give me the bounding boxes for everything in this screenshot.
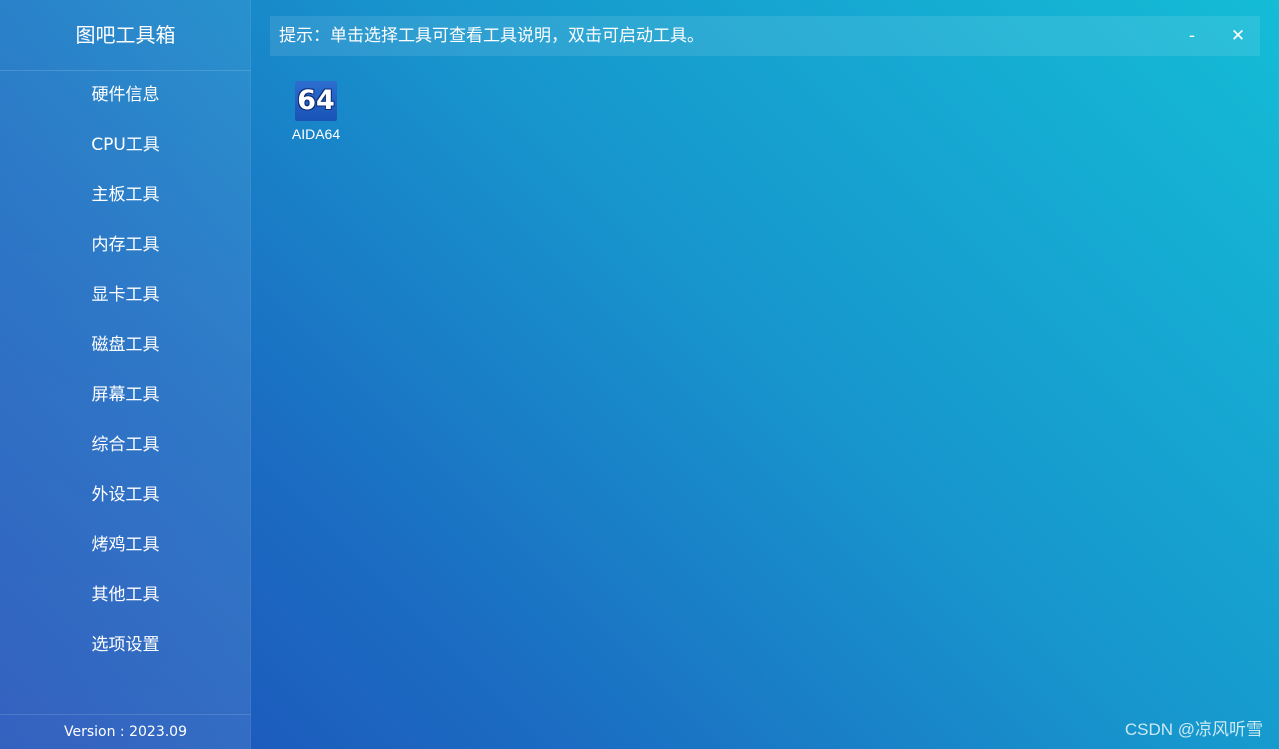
sidebar-item-peripheral-tools[interactable]: 外设工具 xyxy=(0,470,251,520)
tool-tile-aida64[interactable]: 64 AIDA64 xyxy=(282,78,350,148)
tool-label: AIDA64 xyxy=(291,126,341,142)
watermark: CSDN @凉风听雪 xyxy=(1124,720,1263,739)
aida64-icon-text: 64 xyxy=(297,85,335,116)
app-title: 图吧工具箱 xyxy=(0,0,251,71)
sidebar-item-cpu-tools[interactable]: CPU工具 xyxy=(0,120,251,170)
minimize-button[interactable]: - xyxy=(1173,16,1211,56)
sidebar-item-screen-tools[interactable]: 屏幕工具 xyxy=(0,370,251,420)
sidebar-item-general-tools[interactable]: 综合工具 xyxy=(0,420,251,470)
sidebar-item-gpu-tools[interactable]: 显卡工具 xyxy=(0,270,251,320)
sidebar: 图吧工具箱 硬件信息 CPU工具 主板工具 内存工具 显卡工具 磁盘工具 屏幕工… xyxy=(0,0,251,749)
sidebar-item-hardware-info[interactable]: 硬件信息 xyxy=(0,70,251,120)
sidebar-nav: 硬件信息 CPU工具 主板工具 内存工具 显卡工具 磁盘工具 屏幕工具 综合工具… xyxy=(0,70,251,670)
app-window: 图吧工具箱 硬件信息 CPU工具 主板工具 内存工具 显卡工具 磁盘工具 屏幕工… xyxy=(0,0,1279,749)
sidebar-item-stress-test-tools[interactable]: 烤鸡工具 xyxy=(0,520,251,570)
sidebar-item-memory-tools[interactable]: 内存工具 xyxy=(0,220,251,270)
hint-text: 提示：单击选择工具可查看工具说明，双击可启动工具。 xyxy=(279,26,704,46)
close-button[interactable]: ✕ xyxy=(1219,16,1257,56)
sidebar-item-settings[interactable]: 选项设置 xyxy=(0,620,251,670)
hint-bar: 提示：单击选择工具可查看工具说明，双击可启动工具。 - ✕ xyxy=(270,16,1260,56)
aida64-icon: 64 xyxy=(295,81,337,121)
version-label: Version : 2023.09 xyxy=(0,714,251,749)
sidebar-item-motherboard-tools[interactable]: 主板工具 xyxy=(0,170,251,220)
sidebar-item-other-tools[interactable]: 其他工具 xyxy=(0,570,251,620)
sidebar-item-disk-tools[interactable]: 磁盘工具 xyxy=(0,320,251,370)
